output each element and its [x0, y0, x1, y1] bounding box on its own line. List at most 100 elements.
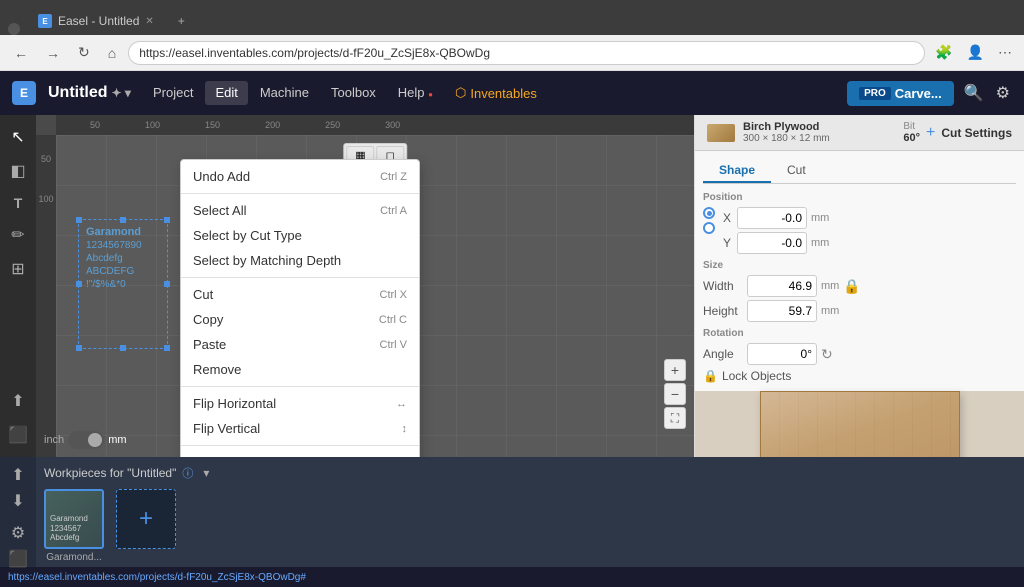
menu-copy[interactable]: Copy Ctrl C	[181, 307, 419, 332]
nav-reload-button[interactable]: ↻	[72, 40, 96, 65]
menu-toolbox[interactable]: Toolbox	[321, 81, 386, 105]
sidebar-box-tool[interactable]: ⬛	[4, 421, 32, 449]
menu-flip-v[interactable]: Flip Vertical ↕	[181, 416, 419, 441]
width-input[interactable]	[747, 275, 817, 297]
tab-cut[interactable]: Cut	[771, 159, 822, 183]
menu-undo-add-shortcut: Ctrl Z	[380, 171, 407, 183]
height-input[interactable]	[747, 300, 817, 322]
browser-more-icon[interactable]: ⋯	[994, 42, 1016, 63]
sidebar-cursor-tool[interactable]: ↖	[7, 123, 28, 151]
y-unit-label: mm	[811, 237, 829, 249]
workpiece-sidebar-icon-2[interactable]: ⬇	[11, 491, 24, 511]
y-position-input[interactable]	[737, 232, 807, 254]
material-dimensions: 300 × 180 × 12 mm	[743, 133, 830, 144]
workpiece-label-1: Garamond...	[46, 552, 102, 563]
workpiece-sidebar-icon-1[interactable]: ⬆	[11, 465, 24, 485]
workpiece-sidebar-icon-4[interactable]: ⬛	[8, 549, 28, 569]
settings-header-icon[interactable]: ⚙	[994, 81, 1012, 105]
height-unit: mm	[821, 305, 839, 317]
menu-select-cut-type-label: Select by Cut Type	[193, 228, 302, 243]
zoom-out-button[interactable]: −	[664, 383, 686, 405]
menu-paste[interactable]: Paste Ctrl V	[181, 332, 419, 357]
unit-toggle[interactable]	[68, 431, 104, 449]
menu-flip-h-label: Flip Horizontal	[193, 396, 276, 411]
carve-button[interactable]: PRO Carve...	[847, 81, 954, 106]
workpiece-header: Workpieces for "Untitled"	[44, 466, 176, 480]
menu-select-all-shortcut: Ctrl A	[380, 205, 407, 217]
x-axis-label: X	[723, 211, 733, 225]
menu-machine[interactable]: Machine	[250, 81, 319, 105]
address-bar[interactable]	[128, 41, 925, 65]
wood-preview	[760, 391, 960, 457]
sidebar-pen-tool[interactable]: ✏	[7, 221, 28, 249]
angle-input[interactable]	[747, 343, 817, 365]
cut-settings-label: Cut Settings	[941, 126, 1012, 140]
width-label: Width	[703, 279, 743, 293]
menu-flip-h-shortcut: ↔	[396, 398, 407, 410]
menu-cut[interactable]: Cut Ctrl X	[181, 282, 419, 307]
nav-forward-button[interactable]: →	[40, 41, 66, 65]
angle-label: Angle	[703, 347, 743, 361]
sidebar-shapes-tool[interactable]: ◧	[6, 157, 29, 185]
rotation-icon[interactable]: ↻	[821, 346, 833, 363]
right-panel: Birch Plywood 300 × 180 × 12 mm Bit 60° …	[694, 115, 1024, 457]
position-radio-2[interactable]	[703, 222, 715, 234]
title-star: ✦ ▾	[112, 86, 131, 100]
material-swatch	[707, 124, 735, 142]
menu-select-all[interactable]: Select All Ctrl A	[181, 198, 419, 223]
canvas-text-element[interactable]: Garamond 1234567890 Abcdefg ABCDEFG !"/$…	[86, 225, 142, 291]
status-bar: https://easel.inventables.com/projects/d…	[0, 567, 1024, 587]
nav-back-button[interactable]: ←	[8, 41, 34, 65]
search-header-icon[interactable]: 🔍	[962, 81, 986, 105]
add-material-button[interactable]: +	[926, 124, 935, 142]
menu-project[interactable]: Project	[143, 81, 203, 105]
menu-select-all-label: Select All	[193, 203, 246, 218]
menu-flip-v-shortcut: ↕	[402, 423, 408, 435]
menu-remove-label: Remove	[193, 362, 241, 377]
nav-home-button[interactable]: ⌂	[102, 41, 122, 65]
bit-value: 60°	[903, 132, 920, 144]
x-position-input[interactable]	[737, 207, 807, 229]
menu-paste-shortcut: Ctrl V	[380, 339, 408, 351]
menu-inventables[interactable]: ⬡ Inventables	[445, 81, 547, 105]
extensions-icon[interactable]: 🧩	[931, 42, 956, 63]
zoom-fit-button[interactable]: ⛶	[664, 407, 686, 429]
browser-tab-active[interactable]: E Easel - Untitled ✕	[26, 7, 166, 35]
menu-select-cut-type[interactable]: Select by Cut Type	[181, 223, 419, 248]
x-unit-label: mm	[811, 212, 829, 224]
sidebar-apps-tool[interactable]: ⊞	[7, 255, 28, 283]
sidebar-import-tool[interactable]: ⬆	[7, 387, 28, 415]
tab-close-button[interactable]: ✕	[145, 16, 153, 27]
add-workpiece-button[interactable]: +	[116, 489, 176, 549]
bit-label: Bit	[903, 121, 920, 132]
lock-icon[interactable]: 🔒	[843, 278, 860, 295]
new-tab-button[interactable]: +	[166, 7, 197, 35]
menu-bar: Project Edit Machine Toolbox Help ● ⬡ In…	[143, 81, 835, 105]
height-label: Height	[703, 304, 743, 318]
lock-objects-row[interactable]: 🔒 Lock Objects	[703, 369, 1016, 383]
menu-sep-3	[181, 386, 419, 387]
tab-shape[interactable]: Shape	[703, 159, 771, 183]
preview-3d: Generating... Simulate ⋮	[695, 391, 1024, 457]
position-label: Position	[703, 192, 1016, 203]
profile-icon[interactable]: 👤	[963, 42, 988, 63]
workpiece-thumb-1[interactable]: Garamond 1234567 Abcdefg	[44, 489, 104, 549]
menu-flip-h[interactable]: Flip Horizontal ↔	[181, 391, 419, 416]
position-radio-1[interactable]	[703, 207, 715, 219]
workpiece-expand-icon[interactable]: ▾	[203, 466, 209, 480]
menu-send-backward[interactable]: Send Backward Ctrl [	[181, 450, 419, 457]
tab-title: Easel - Untitled	[58, 14, 139, 28]
menu-remove[interactable]: Remove	[181, 357, 419, 382]
workpiece-sidebar-icon-3[interactable]: ⚙	[11, 523, 25, 543]
left-sidebar: ↖ ◧ T ✏ ⊞ ⬆ ⬛	[0, 115, 36, 457]
sidebar-text-tool[interactable]: T	[10, 191, 27, 215]
menu-undo-add-label: Undo Add	[193, 169, 250, 184]
menu-edit[interactable]: Edit	[205, 81, 247, 105]
zoom-in-button[interactable]: +	[664, 359, 686, 381]
menu-help[interactable]: Help ●	[388, 81, 443, 105]
workpiece-info-icon[interactable]: ⓘ	[182, 465, 193, 481]
menu-select-depth[interactable]: Select by Matching Depth	[181, 248, 419, 273]
status-url: https://easel.inventables.com/projects/d…	[8, 572, 306, 583]
menu-undo-add[interactable]: Undo Add Ctrl Z	[181, 164, 419, 189]
menu-flip-v-label: Flip Vertical	[193, 421, 260, 436]
